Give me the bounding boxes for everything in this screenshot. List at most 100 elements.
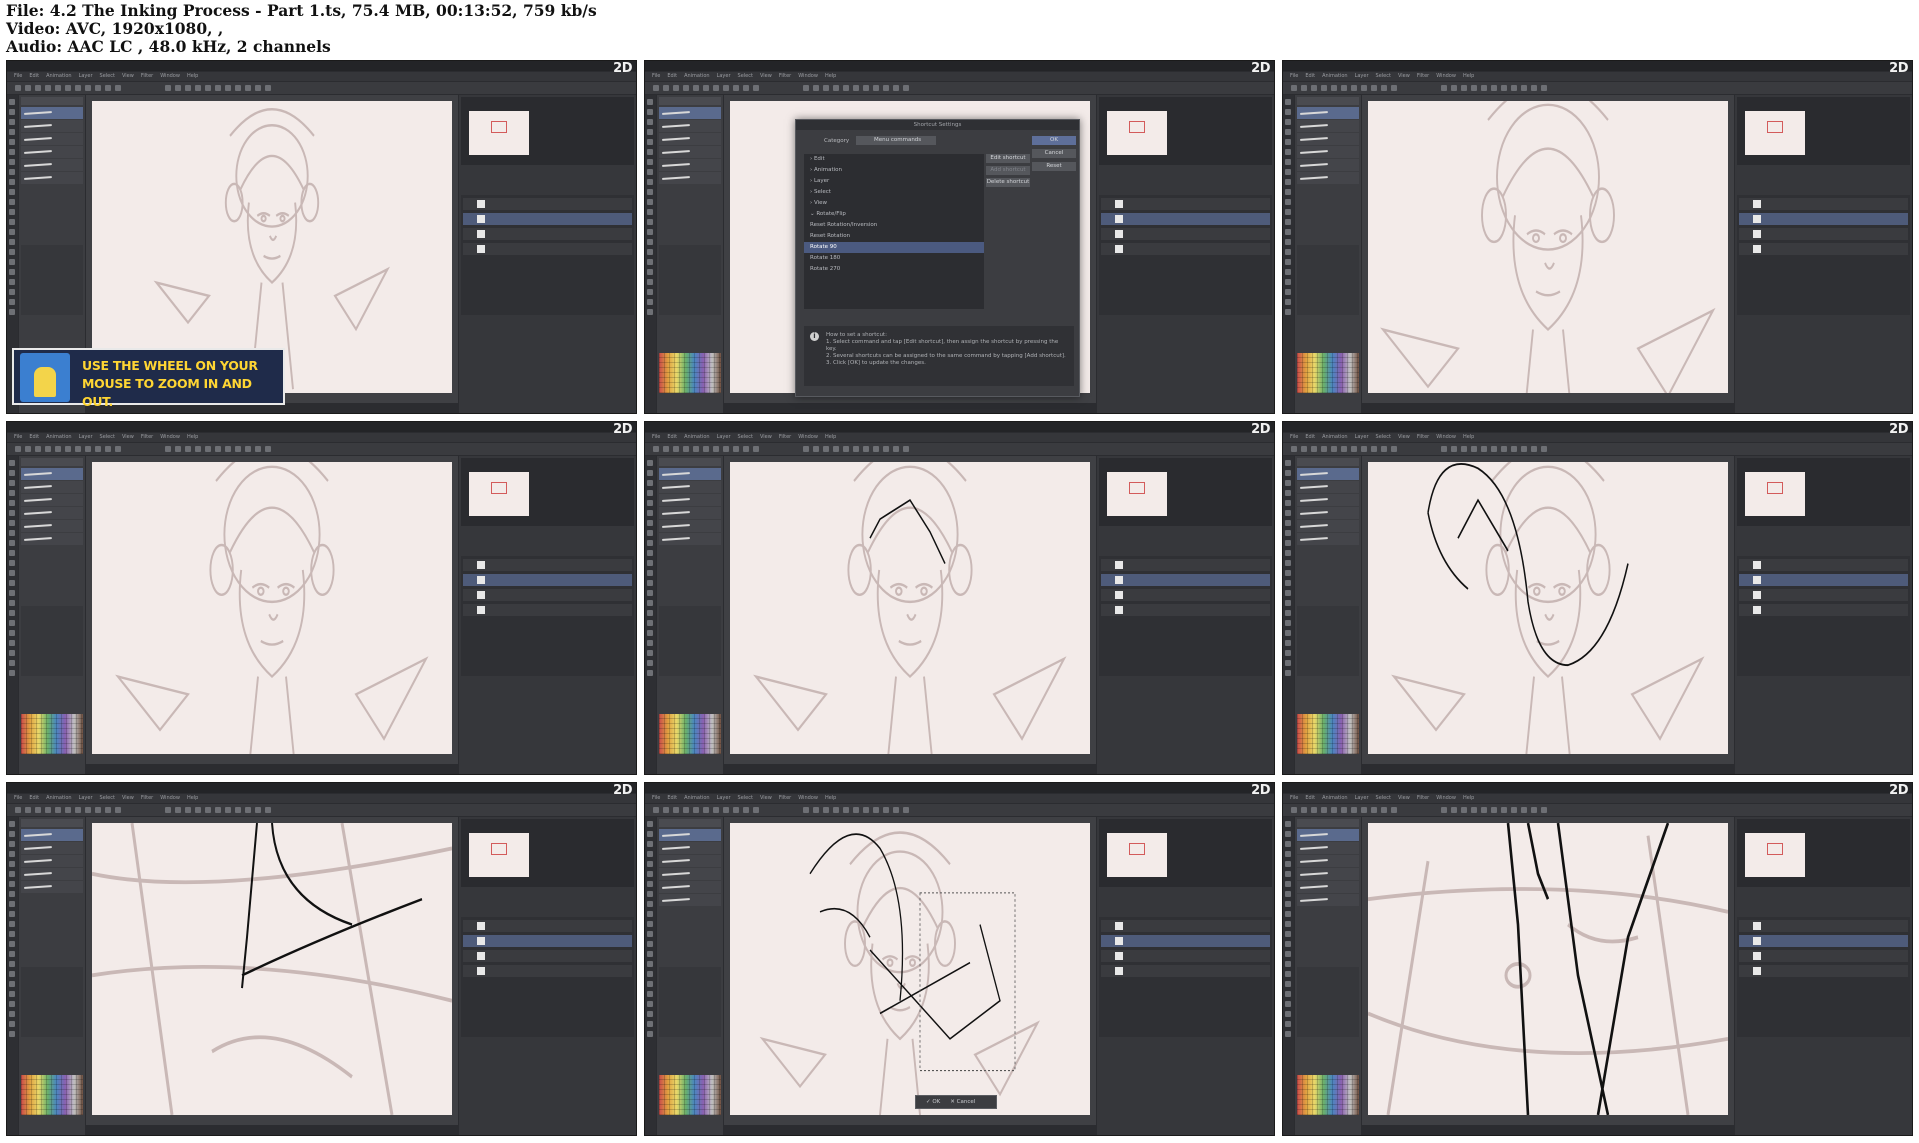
menu-item[interactable]: Select xyxy=(738,434,753,440)
brush-preset[interactable] xyxy=(659,481,721,493)
tool-icon[interactable] xyxy=(1285,179,1291,185)
ok-button[interactable]: ✓ OK xyxy=(926,1099,940,1105)
command-icon[interactable] xyxy=(1351,807,1357,813)
brush-preset[interactable] xyxy=(659,133,721,145)
tool-icon[interactable] xyxy=(9,901,15,907)
tool-icon[interactable] xyxy=(9,209,15,215)
menu-item[interactable]: View xyxy=(122,434,134,440)
color-palette[interactable] xyxy=(659,714,721,754)
tool-icon[interactable] xyxy=(647,660,653,666)
menu-item[interactable]: Animation xyxy=(1322,73,1348,79)
command-icon[interactable] xyxy=(35,85,41,91)
command-icon[interactable] xyxy=(1481,446,1487,452)
layer-row[interactable] xyxy=(463,950,632,962)
command-icon[interactable] xyxy=(873,446,879,452)
tool-icon[interactable] xyxy=(647,119,653,125)
command-icon[interactable] xyxy=(1331,85,1337,91)
brush-preset[interactable] xyxy=(1297,881,1359,893)
command-icon[interactable] xyxy=(833,446,839,452)
command-icon[interactable] xyxy=(753,85,759,91)
command-icon[interactable] xyxy=(1461,446,1467,452)
menu-item[interactable]: Edit xyxy=(29,434,39,440)
command-icon[interactable] xyxy=(205,807,211,813)
command-icon[interactable] xyxy=(1531,446,1537,452)
command-icon[interactable] xyxy=(1471,85,1477,91)
command-icon[interactable] xyxy=(1461,85,1467,91)
command-icon[interactable] xyxy=(1521,446,1527,452)
tool-icon[interactable] xyxy=(9,570,15,576)
command-icon[interactable] xyxy=(1291,446,1297,452)
command-icon[interactable] xyxy=(723,446,729,452)
tool-icon[interactable] xyxy=(1285,119,1291,125)
menu-item[interactable]: Animation xyxy=(684,434,710,440)
command-icon[interactable] xyxy=(673,807,679,813)
tool-icon[interactable] xyxy=(9,1021,15,1027)
navigator-preview[interactable] xyxy=(469,472,529,516)
tool-icon[interactable] xyxy=(1285,199,1291,205)
command-icon[interactable] xyxy=(863,446,869,452)
command-icon[interactable] xyxy=(673,85,679,91)
tool-icon[interactable] xyxy=(9,871,15,877)
brush-preset[interactable] xyxy=(1297,481,1359,493)
command-icon[interactable] xyxy=(743,85,749,91)
command-icon[interactable] xyxy=(1501,446,1507,452)
tool-icon[interactable] xyxy=(9,921,15,927)
command-icon[interactable] xyxy=(1361,85,1367,91)
command-icon[interactable] xyxy=(1311,807,1317,813)
command-icon[interactable] xyxy=(195,85,201,91)
menu-item[interactable]: Layer xyxy=(79,73,93,79)
tool-icon[interactable] xyxy=(9,1001,15,1007)
menu-item[interactable]: Filter xyxy=(1417,434,1429,440)
brush-preset[interactable] xyxy=(659,533,721,545)
menu-item[interactable]: View xyxy=(760,795,772,801)
navigator-preview[interactable] xyxy=(1745,111,1805,155)
menu-item[interactable]: Filter xyxy=(1417,795,1429,801)
tool-icon[interactable] xyxy=(647,460,653,466)
tool-icon[interactable] xyxy=(9,490,15,496)
menu-item[interactable]: Select xyxy=(1376,73,1391,79)
navigator-preview[interactable] xyxy=(1745,833,1805,877)
command-icon[interactable] xyxy=(863,85,869,91)
menu-item[interactable]: Filter xyxy=(779,434,791,440)
command-icon[interactable] xyxy=(165,446,171,452)
command-icon[interactable] xyxy=(265,807,271,813)
layer-row[interactable] xyxy=(1739,920,1908,932)
menu-item[interactable]: File xyxy=(1290,73,1298,79)
tool-icon[interactable] xyxy=(647,259,653,265)
menu-item[interactable]: File xyxy=(652,434,660,440)
tool-icon[interactable] xyxy=(9,249,15,255)
brush-preset[interactable] xyxy=(659,494,721,506)
menu-item[interactable]: Layer xyxy=(79,434,93,440)
brush-preset[interactable] xyxy=(1297,494,1359,506)
command-icon[interactable] xyxy=(1481,85,1487,91)
tool-icon[interactable] xyxy=(647,309,653,315)
command-icon[interactable] xyxy=(903,446,909,452)
command-icon[interactable] xyxy=(853,807,859,813)
tool-icon[interactable] xyxy=(1285,189,1291,195)
command-icon[interactable] xyxy=(873,85,879,91)
tool-icon[interactable] xyxy=(1285,99,1291,105)
command-icon[interactable] xyxy=(65,85,71,91)
brush-preset[interactable] xyxy=(21,881,83,893)
menu-item[interactable]: Window xyxy=(1436,434,1456,440)
command-icon[interactable] xyxy=(683,85,689,91)
menu-item[interactable]: Animation xyxy=(46,434,72,440)
brush-preset[interactable] xyxy=(21,507,83,519)
menu-item[interactable]: Edit xyxy=(29,795,39,801)
brush-preset[interactable] xyxy=(1297,159,1359,171)
command-icon[interactable] xyxy=(1351,85,1357,91)
tool-icon[interactable] xyxy=(647,670,653,676)
tool-icon[interactable] xyxy=(1285,149,1291,155)
command-icon[interactable] xyxy=(245,446,251,452)
menu-item[interactable]: Edit xyxy=(667,434,677,440)
tool-icon[interactable] xyxy=(9,620,15,626)
tool-icon[interactable] xyxy=(9,831,15,837)
drawing-canvas[interactable] xyxy=(1368,462,1728,754)
brush-preset[interactable] xyxy=(659,842,721,854)
command-icon[interactable] xyxy=(265,446,271,452)
navigator-preview[interactable] xyxy=(1745,472,1805,516)
command-icon[interactable] xyxy=(115,85,121,91)
command-icon[interactable] xyxy=(863,807,869,813)
brush-preset[interactable] xyxy=(659,520,721,532)
layer-row[interactable] xyxy=(463,559,632,571)
